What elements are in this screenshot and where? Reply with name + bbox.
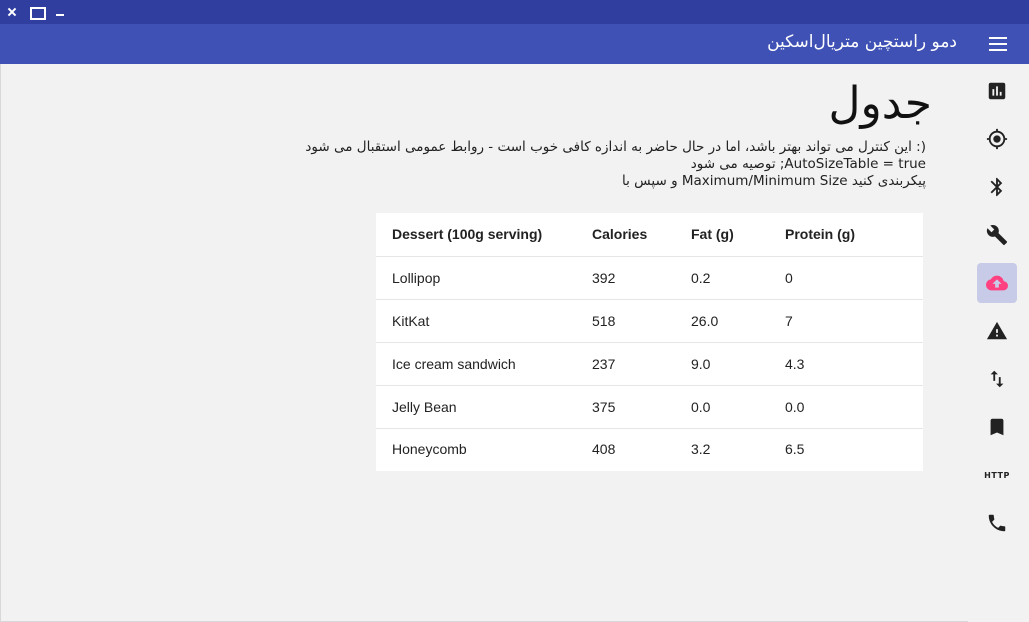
table-row[interactable]: Lollipop 392 0.2 0 (376, 256, 923, 300)
wrench-icon (986, 225, 1008, 246)
maximize-window-icon[interactable] (27, 3, 46, 21)
cell-calories: 518 (576, 299, 675, 343)
description-line: (: این کنترل می تواند بهتر باشد، اما در … (305, 139, 926, 155)
cell-fat: 3.2 (691, 441, 711, 458)
cell-fat: 0.2 (675, 256, 769, 300)
desserts-table: Dessert (100g serving) Calories Fat (g) … (376, 213, 923, 470)
swap-vertical-icon (990, 370, 1004, 388)
phone-icon (988, 514, 1006, 532)
cell-fat: 9.0 (675, 342, 769, 386)
page-title: جدول (828, 78, 932, 129)
cell-protein: 6.5 (785, 441, 805, 458)
rail-item-swap[interactable] (977, 359, 1017, 399)
table-row[interactable]: Ice cream sandwich 237 9.0 4.3 (376, 342, 923, 386)
cell-calories: 392 (576, 256, 675, 300)
bluetooth-icon (990, 177, 1003, 197)
description-line: پیکربندی کنید Maximum/Minimum Size و سپس… (622, 173, 926, 189)
target-icon (986, 128, 1008, 150)
cell-protein: 4.3 (769, 342, 923, 386)
cell-protein: 0 (769, 256, 923, 300)
cloud-upload-icon (986, 275, 1008, 291)
window-titlebar (0, 0, 1029, 24)
close-window-icon[interactable] (3, 3, 21, 21)
cell-protein: 0.0 (769, 385, 923, 429)
rail-item-location[interactable] (977, 119, 1017, 159)
navigation-rail: HTTP (968, 64, 1029, 622)
table-row[interactable]: Honeycomb 408 3.2 6.5 (376, 428, 923, 470)
page-description: (: این کنترل می تواند بهتر باشد، اما در … (246, 139, 926, 190)
rail-item-phone[interactable] (977, 503, 1017, 543)
cell-dessert: Lollipop (376, 256, 576, 300)
http-icon: HTTP (984, 470, 1010, 480)
cell-protein: 7 (769, 299, 923, 343)
rail-item-tools[interactable] (977, 215, 1017, 255)
cell-calories: 375 (576, 385, 675, 429)
cell-fat: 26.0 (675, 299, 769, 343)
cell-fat: 0.0 (675, 385, 769, 429)
warning-icon (986, 321, 1008, 340)
bookmark-icon (990, 418, 1004, 436)
desserts-table-card: Dessert (100g serving) Calories Fat (g) … (376, 213, 923, 471)
rail-item-cloud-upload[interactable] (977, 263, 1017, 303)
column-header-protein[interactable]: Protein (g) (769, 213, 923, 257)
table-header-row: Dessert (100g serving) Calories Fat (g) … (376, 213, 923, 257)
rail-item-http[interactable]: HTTP (977, 455, 1017, 495)
minimize-window-icon[interactable] (51, 3, 69, 21)
hamburger-menu-icon[interactable] (989, 36, 1007, 52)
chart-icon (988, 82, 1006, 100)
rail-item-chart[interactable] (977, 71, 1017, 111)
app-title: دمو راستچین متریال‌اسکین (767, 32, 957, 52)
app-bar: دمو راستچین متریال‌اسکین (0, 24, 1029, 64)
column-header-dessert[interactable]: Dessert (100g serving) (376, 213, 576, 257)
table-row[interactable]: Jelly Bean 375 0.0 0.0 (376, 385, 923, 429)
cell-dessert: Jelly Bean (376, 385, 576, 429)
cell-dessert: Honeycomb (392, 441, 467, 458)
rail-item-bluetooth[interactable] (977, 167, 1017, 207)
cell-dessert: KitKat (376, 299, 576, 343)
rail-item-bookmark[interactable] (977, 407, 1017, 447)
rail-item-warning[interactable] (977, 311, 1017, 351)
table-row[interactable]: KitKat 518 26.0 7 (376, 299, 923, 343)
main-content: جدول (: این کنترل می تواند بهتر باشد، ام… (0, 64, 968, 622)
cell-calories: 237 (576, 342, 675, 386)
column-header-fat[interactable]: Fat (g) (675, 213, 769, 257)
cell-dessert: Ice cream sandwich (376, 342, 576, 386)
description-line: AutoSizeTable = true; توصیه می شود (690, 156, 926, 172)
cell-calories: 408 (592, 441, 616, 458)
column-header-calories[interactable]: Calories (576, 213, 675, 257)
